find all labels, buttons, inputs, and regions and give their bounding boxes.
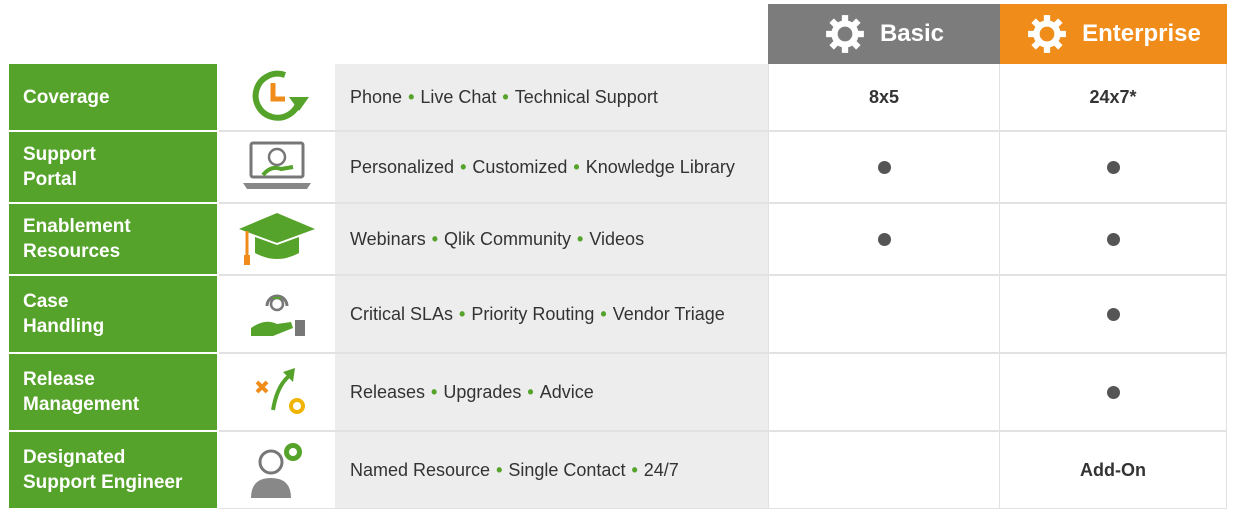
basic-value (768, 432, 1000, 509)
included-bullet (877, 160, 891, 174)
table-row: Release Management Releases • Upgrades • A… (9, 354, 1242, 432)
graduation-cap-icon (239, 213, 315, 265)
row-label: Release Management (9, 354, 219, 430)
table-row: Enablement Resources Webinars • Qlik Comm… (9, 204, 1242, 276)
table-row: Case Handling Critical SLAs • Priority Ro… (9, 276, 1242, 354)
support-comparison-table: Coverage Phone • Live Chat • Technical Sup… (9, 64, 1242, 509)
row-label: Enablement Resources (9, 204, 219, 274)
included-bullet (1106, 160, 1120, 174)
feature-list: Releases • Upgrades • Advice (335, 354, 768, 432)
basic-value (768, 204, 1000, 276)
enterprise-value (1000, 276, 1227, 354)
row-label: Designated Support Engineer (9, 432, 219, 508)
basic-plan-header: Basic (768, 4, 1000, 64)
included-bullet (1106, 307, 1120, 321)
enterprise-plan-title: Enterprise (1082, 20, 1201, 47)
strategy-arrow-icon (255, 368, 305, 414)
gear-icon (1028, 15, 1067, 53)
included-bullet (877, 232, 891, 246)
hand-headset-icon (251, 294, 305, 336)
row-label: Case Handling (9, 276, 219, 352)
clock-arrow-icon (252, 70, 309, 121)
feature-list: Named Resource • Single Contact • 24/7 (335, 432, 768, 509)
feature-list: Webinars • Qlik Community • Videos (335, 204, 768, 276)
enterprise-value: 24x7* (1000, 64, 1227, 132)
enterprise-value (1000, 354, 1227, 432)
basic-value (768, 132, 1000, 204)
enterprise-value (1000, 204, 1227, 276)
row-label: Coverage (9, 64, 219, 130)
basic-value (768, 354, 1000, 432)
basic-value (768, 276, 1000, 354)
table-row: Designated Support Engineer Named Resour… (9, 432, 1242, 509)
table-row: Coverage Phone • Live Chat • Technical Sup… (9, 64, 1242, 132)
enterprise-value: Add-On (1000, 432, 1227, 509)
feature-list: Phone • Live Chat • Technical Support (335, 64, 768, 132)
included-bullet (1106, 385, 1120, 399)
basic-value: 8x5 (768, 64, 1000, 132)
gear-icon (826, 15, 864, 53)
included-bullet (1106, 232, 1120, 246)
table-row: Support Portal Personalized • Customized •… (9, 132, 1242, 204)
feature-list: Personalized • Customized • Knowledge Libr… (335, 132, 768, 204)
laptop-support-icon (243, 141, 311, 189)
engineer-badge-icon (251, 443, 302, 498)
basic-plan-title: Basic (879, 20, 945, 47)
enterprise-plan-header: Enterprise (1000, 4, 1227, 64)
feature-list: Critical SLAs • Priority Routing • Vendor … (335, 276, 768, 354)
enterprise-value (1000, 132, 1227, 204)
row-label: Support Portal (9, 132, 219, 202)
